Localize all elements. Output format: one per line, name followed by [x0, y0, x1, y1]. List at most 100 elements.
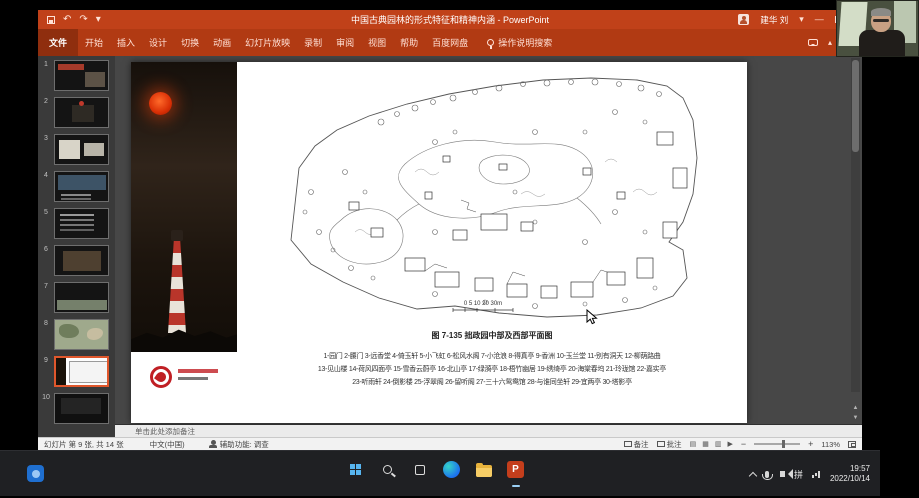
tell-me-search[interactable]: 操作说明搜索: [487, 36, 552, 49]
slide-thumbnail-4[interactable]: 4: [38, 171, 115, 202]
edge-browser-button[interactable]: [440, 458, 463, 481]
previous-slide-button[interactable]: ▲: [853, 405, 859, 411]
slide-thumbnail-10[interactable]: 10: [38, 393, 115, 424]
normal-view-button[interactable]: ▤: [690, 440, 697, 448]
notes-pane[interactable]: 单击此处添加备注: [115, 424, 862, 437]
slide-thumbnail-5[interactable]: 5: [38, 208, 115, 239]
powerpoint-icon: P: [507, 461, 524, 478]
ribbon-tab-review[interactable]: 审阅: [329, 29, 361, 56]
slide-thumbnail-9-selected[interactable]: 9: [38, 356, 115, 387]
slide-thumbnail-3[interactable]: 3: [38, 134, 115, 165]
plan-scale-label: 0 5 10 20 30m: [464, 301, 502, 307]
next-slide-button[interactable]: ▼: [853, 415, 859, 421]
garden-plan-drawing: 0 5 10 20 30m: [285, 72, 720, 320]
network-icon[interactable]: [812, 471, 821, 478]
vertical-scrollbar[interactable]: [851, 58, 860, 392]
comments-icon[interactable]: [808, 39, 818, 46]
start-button[interactable]: [344, 458, 367, 481]
ribbon-tab-home[interactable]: 开始: [78, 29, 110, 56]
slideshow-button[interactable]: ▶: [727, 440, 732, 448]
windows-logo-icon: [350, 464, 361, 475]
minimize-button[interactable]: —: [815, 15, 824, 24]
customize-qat-chevron-icon[interactable]: ▾: [96, 15, 101, 25]
task-view-button[interactable]: [408, 458, 431, 481]
zoom-slider-thumb[interactable]: [782, 440, 785, 448]
taskbar-left-app-icon[interactable]: [27, 465, 44, 482]
comment-icon: [657, 441, 665, 447]
scrollbar-thumb[interactable]: [852, 60, 859, 152]
slide-thumbnail-image: [54, 60, 109, 91]
ribbon-tab-slideshow[interactable]: 幻灯片放映: [238, 29, 297, 56]
fit-to-window-button[interactable]: [848, 441, 856, 448]
undo-icon[interactable]: ↶: [63, 15, 71, 25]
sunset-lighthouse-photo: [131, 62, 237, 352]
ribbon-tab-help[interactable]: 帮助: [393, 29, 425, 56]
search-button[interactable]: [376, 458, 399, 481]
ribbon-tab-insert[interactable]: 插入: [110, 29, 142, 56]
slide-canvas[interactable]: 0 5 10 20 30m 图 7-135 拙政园中部及西部平面图 1-园门 2…: [131, 62, 747, 423]
slide-thumbnail-7[interactable]: 7: [38, 282, 115, 313]
slide-number: 7: [38, 282, 54, 290]
slide-thumbnail-8[interactable]: 8: [38, 319, 115, 350]
slide-thumbnail-6[interactable]: 6: [38, 245, 115, 276]
slide-number: 3: [38, 134, 54, 142]
user-avatar[interactable]: [738, 14, 749, 25]
comments-button[interactable]: 批注: [657, 439, 682, 450]
slide-sorter-button[interactable]: ▦: [702, 440, 709, 448]
powerpoint-window: ↶ ↷ ▾ 中国古典园林的形式特征和精神内涵 - PowerPoint 建华 刘…: [38, 10, 862, 450]
ribbon-tab-view[interactable]: 视图: [361, 29, 393, 56]
file-explorer-button[interactable]: [472, 458, 495, 481]
red-sun: [149, 92, 172, 115]
speaker-icon[interactable]: [780, 471, 785, 477]
notes-button[interactable]: 备注: [624, 439, 649, 450]
slide-thumbnail-1[interactable]: 1: [38, 60, 115, 91]
slide-number: 4: [38, 171, 54, 179]
zoom-out-button[interactable]: −: [741, 439, 746, 449]
tray-time: 19:57: [830, 464, 870, 474]
language-indicator[interactable]: 中文(中国): [150, 439, 185, 450]
ribbon-tab-baidu-netdisk[interactable]: 百度网盘: [425, 29, 475, 56]
slide-thumbnail-image: [54, 171, 109, 202]
meeting-video-overlay[interactable]: [836, 0, 919, 57]
ribbon-tab-record[interactable]: 录制: [297, 29, 329, 56]
slide-thumbnail-image: [54, 245, 109, 276]
zoom-slider[interactable]: [754, 443, 800, 445]
accessibility-status[interactable]: 辅助功能: 调查: [220, 439, 269, 450]
quick-access-toolbar: ↶ ↷ ▾: [38, 15, 101, 25]
notes-icon: [624, 441, 632, 447]
slide-number: 10: [38, 393, 54, 401]
microphone-icon[interactable]: [765, 471, 769, 478]
slide-number: 9: [38, 356, 54, 364]
legend-line-3: 23-听雨轩 24-倒影楼 25-浮翠阁 26-留听阁 27-三十六鸳鸯馆 28…: [237, 376, 747, 389]
user-name[interactable]: 建华 刘: [760, 14, 788, 26]
slide-thumbnail-image: [54, 134, 109, 165]
powerpoint-taskbar-button[interactable]: P: [504, 458, 527, 481]
ribbon-tab-file[interactable]: 文件: [38, 29, 78, 56]
zoom-in-button[interactable]: +: [808, 439, 813, 449]
lighthouse: [168, 241, 186, 333]
reading-view-button[interactable]: ▥: [715, 440, 722, 448]
tray-expand-chevron-icon[interactable]: [749, 471, 757, 479]
slide-editing-area: 0 5 10 20 30m 图 7-135 拙政园中部及西部平面图 1-园门 2…: [115, 56, 862, 424]
window-title: 中国古典园林的形式特征和精神内涵 - PowerPoint: [228, 13, 672, 26]
slide-thumbnail-image: [54, 208, 109, 239]
search-icon: [383, 465, 392, 474]
ribbon-display-options-icon[interactable]: ▾: [799, 15, 804, 24]
participant-head: [871, 10, 891, 32]
zoom-level[interactable]: 113%: [821, 440, 840, 449]
save-icon[interactable]: [47, 16, 55, 24]
folder-icon: [476, 465, 492, 477]
ribbon-collapse-icon[interactable]: ▴: [828, 38, 832, 47]
ribbon-tab-bar: 文件 开始 插入 设计 切换 动画 幻灯片放映 录制 审阅 视图 帮助 百度网盘…: [38, 29, 862, 56]
task-view-icon: [415, 465, 425, 475]
ime-indicator[interactable]: 拼: [794, 468, 803, 481]
title-bar: ↶ ↷ ▾ 中国古典园林的形式特征和精神内涵 - PowerPoint 建华 刘…: [38, 10, 862, 29]
clock[interactable]: 19:57 2022/10/14: [830, 464, 870, 485]
ribbon-tab-transitions[interactable]: 切换: [174, 29, 206, 56]
slide-thumbnail-2[interactable]: 2: [38, 97, 115, 128]
lighthouse-lantern: [171, 230, 183, 241]
ribbon-tab-animations[interactable]: 动画: [206, 29, 238, 56]
slide-position: 幻灯片 第 9 张, 共 14 张: [44, 439, 124, 450]
redo-icon[interactable]: ↷: [79, 15, 87, 25]
ribbon-tab-design[interactable]: 设计: [142, 29, 174, 56]
